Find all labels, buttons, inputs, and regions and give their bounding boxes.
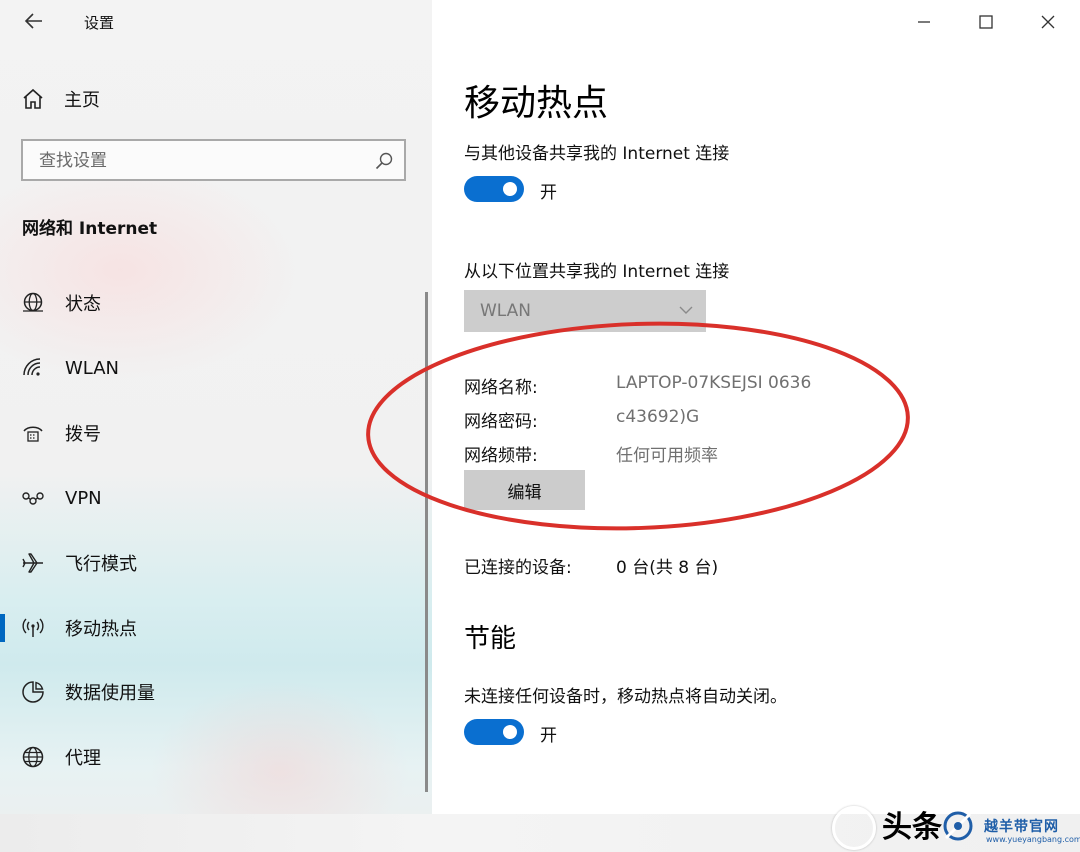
network-name-label: 网络名称: xyxy=(464,378,538,398)
sidebar-item-vpn[interactable]: VPN xyxy=(0,476,425,520)
page-title: 移动热点 xyxy=(464,83,609,124)
content-pane: 移动热点 与其他设备共享我的 Internet 连接 开 从以下位置共享我的 I… xyxy=(432,0,1080,852)
dialup-icon xyxy=(23,426,43,442)
network-password-value: c43692)G xyxy=(616,407,700,427)
search-icon[interactable] xyxy=(374,151,394,171)
sidebar-item-airplane-mode[interactable]: 飞行模式 xyxy=(0,541,425,585)
wifi-icon xyxy=(23,358,41,376)
toggle-knob xyxy=(503,182,517,196)
sidebar-item-label: 代理 xyxy=(65,748,101,769)
home-icon xyxy=(23,88,43,109)
search-input[interactable] xyxy=(37,149,371,173)
network-band-label: 网络频带: xyxy=(464,446,538,466)
dropdown-value: WLAN xyxy=(480,301,532,321)
watermark-text-1: 头条 xyxy=(882,810,942,845)
share-from-dropdown[interactable]: WLAN xyxy=(464,290,706,332)
sidebar-item-label: 状态 xyxy=(65,294,101,315)
app-title: 设置 xyxy=(84,14,115,32)
vpn-icon xyxy=(22,492,44,505)
network-name-value: LAPTOP-07KSEJSI 0636 xyxy=(616,373,812,393)
power-toggle-state: 开 xyxy=(540,726,557,746)
sidebar-item-home[interactable]: 主页 xyxy=(20,82,420,116)
sidebar-item-label: 数据使用量 xyxy=(65,683,155,704)
sidebar-item-status[interactable]: 状态 xyxy=(0,281,425,325)
search-box[interactable] xyxy=(21,139,406,181)
watermark-text-2: 越羊带官网 xyxy=(984,819,1059,835)
back-arrow-icon[interactable] xyxy=(22,8,46,34)
maximize-icon[interactable] xyxy=(972,8,1000,36)
title-bar: 设置 xyxy=(0,0,432,44)
sidebar-item-dialup[interactable]: 拨号 xyxy=(0,411,425,455)
minimize-icon[interactable] xyxy=(910,8,938,36)
globe-status-icon xyxy=(23,292,43,312)
sidebar-item-label: 移动热点 xyxy=(65,619,137,640)
sidebar-item-label: WLAN xyxy=(65,357,120,379)
chevron-down-icon xyxy=(679,306,693,314)
data-usage-icon xyxy=(22,681,44,703)
close-icon[interactable] xyxy=(1034,8,1062,36)
connected-devices-label: 已连接的设备: xyxy=(464,558,572,578)
power-saving-heading: 节能 xyxy=(464,624,517,654)
sidebar-scrollbar[interactable] xyxy=(425,292,428,792)
power-saving-label: 未连接任何设备时，移动热点将自动关闭。 xyxy=(464,687,787,707)
sidebar-item-label: 拨号 xyxy=(65,424,101,445)
watermark-ring xyxy=(832,806,876,850)
sidebar-item-label: 主页 xyxy=(64,90,100,111)
watermark-text-3: www.yueyangbang.com xyxy=(986,835,1080,844)
connected-devices-value: 0 台(共 8 台) xyxy=(616,558,719,578)
sidebar-item-label: VPN xyxy=(65,487,102,509)
hotspot-icon xyxy=(22,618,44,637)
sidebar-item-wlan[interactable]: WLAN xyxy=(0,346,425,390)
watermark: 头条 越羊带官网 www.yueyangbang.com xyxy=(826,798,1080,852)
airplane-icon xyxy=(22,553,43,573)
edit-button[interactable]: 编辑 xyxy=(464,470,585,510)
watermark-logo-icon xyxy=(943,811,973,841)
share-from-label: 从以下位置共享我的 Internet 连接 xyxy=(464,262,730,282)
sidebar-item-proxy[interactable]: 代理 xyxy=(0,735,425,779)
power-saving-toggle[interactable] xyxy=(464,719,524,745)
navigation-pane: 设置 主页 网络和 Internet 状态 WLAN xyxy=(0,0,432,852)
sidebar-item-mobile-hotspot[interactable]: 移动热点 xyxy=(0,606,425,650)
share-connection-toggle[interactable] xyxy=(464,176,524,202)
share-connection-label: 与其他设备共享我的 Internet 连接 xyxy=(464,144,730,164)
globe-icon xyxy=(22,746,44,768)
network-password-label: 网络密码: xyxy=(464,412,538,432)
sidebar-item-label: 飞行模式 xyxy=(65,554,137,575)
share-toggle-state: 开 xyxy=(540,183,557,203)
section-title: 网络和 Internet xyxy=(22,219,158,239)
toggle-knob xyxy=(503,725,517,739)
sidebar-item-data-usage[interactable]: 数据使用量 xyxy=(0,670,425,714)
network-band-value: 任何可用频率 xyxy=(616,446,718,466)
